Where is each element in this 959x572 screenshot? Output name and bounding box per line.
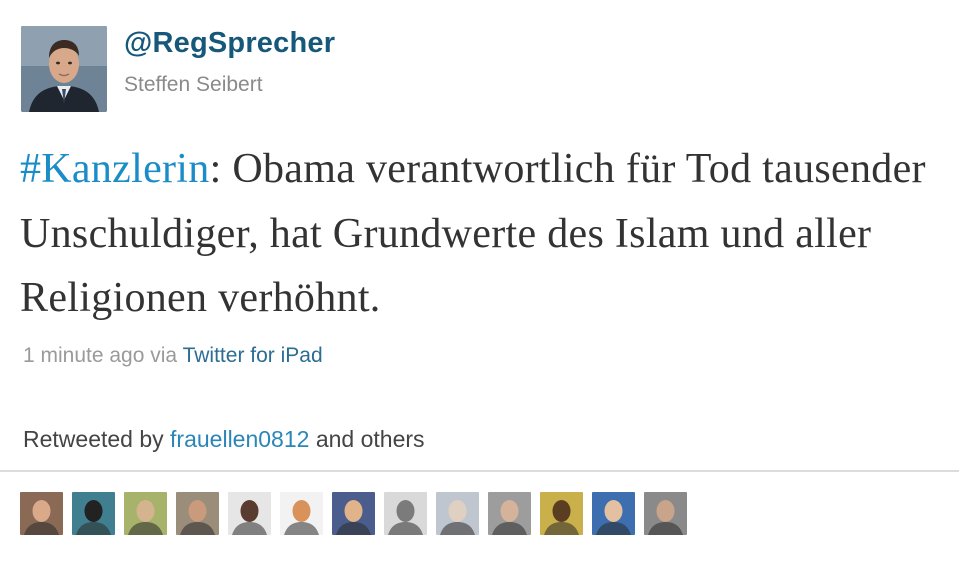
retweeter-avatar-10[interactable]: [488, 492, 531, 535]
retweeter-avatar-5[interactable]: [228, 492, 271, 535]
avatar-icon: [72, 492, 115, 535]
retweeted-prefix: Retweeted by: [23, 426, 164, 452]
retweeted-suffix: and others: [315, 426, 425, 452]
timestamp-link[interactable]: 1 minute ago: [23, 344, 144, 367]
screen-name-link[interactable]: @RegSprecher: [124, 27, 335, 60]
profile-avatar[interactable]: [21, 26, 107, 112]
retweeter-link[interactable]: frauellen0812: [170, 426, 309, 452]
avatar-icon: [540, 492, 583, 535]
retweeter-avatar-6[interactable]: [280, 492, 323, 535]
avatar-icon: [592, 492, 635, 535]
retweeter-avatar-2[interactable]: [72, 492, 115, 535]
hashtag-link[interactable]: #Kanzlerin: [20, 146, 210, 192]
avatar-icon: [644, 492, 687, 535]
tweet-meta: 1 minute ago via Twitter for iPad: [23, 344, 323, 368]
retweeted-by-line: Retweeted by frauellen0812 and others: [23, 426, 425, 453]
via-label: via: [150, 344, 178, 367]
profile-photo: [21, 26, 107, 112]
retweeter-avatars: [20, 492, 687, 535]
divider: [0, 470, 959, 472]
source-link[interactable]: Twitter for iPad: [183, 344, 323, 367]
avatar-icon: [20, 492, 63, 535]
retweeter-avatar-3[interactable]: [124, 492, 167, 535]
avatar-icon: [280, 492, 323, 535]
avatar-icon: [384, 492, 427, 535]
avatar-icon: [176, 492, 219, 535]
avatar-icon: [488, 492, 531, 535]
avatar-icon: [332, 492, 375, 535]
avatar-icon: [124, 492, 167, 535]
avatar-icon: [228, 492, 271, 535]
retweeter-avatar-12[interactable]: [592, 492, 635, 535]
retweeter-avatar-9[interactable]: [436, 492, 479, 535]
retweeter-avatar-4[interactable]: [176, 492, 219, 535]
retweeter-avatar-13[interactable]: [644, 492, 687, 535]
retweeter-avatar-11[interactable]: [540, 492, 583, 535]
retweeter-avatar-7[interactable]: [332, 492, 375, 535]
full-name: Steffen Seibert: [124, 73, 263, 96]
retweeter-avatar-1[interactable]: [20, 492, 63, 535]
tweet-text: #Kanzlerin: Obama verantwortlich für Tod…: [20, 137, 955, 331]
avatar-icon: [436, 492, 479, 535]
retweeter-avatar-8[interactable]: [384, 492, 427, 535]
